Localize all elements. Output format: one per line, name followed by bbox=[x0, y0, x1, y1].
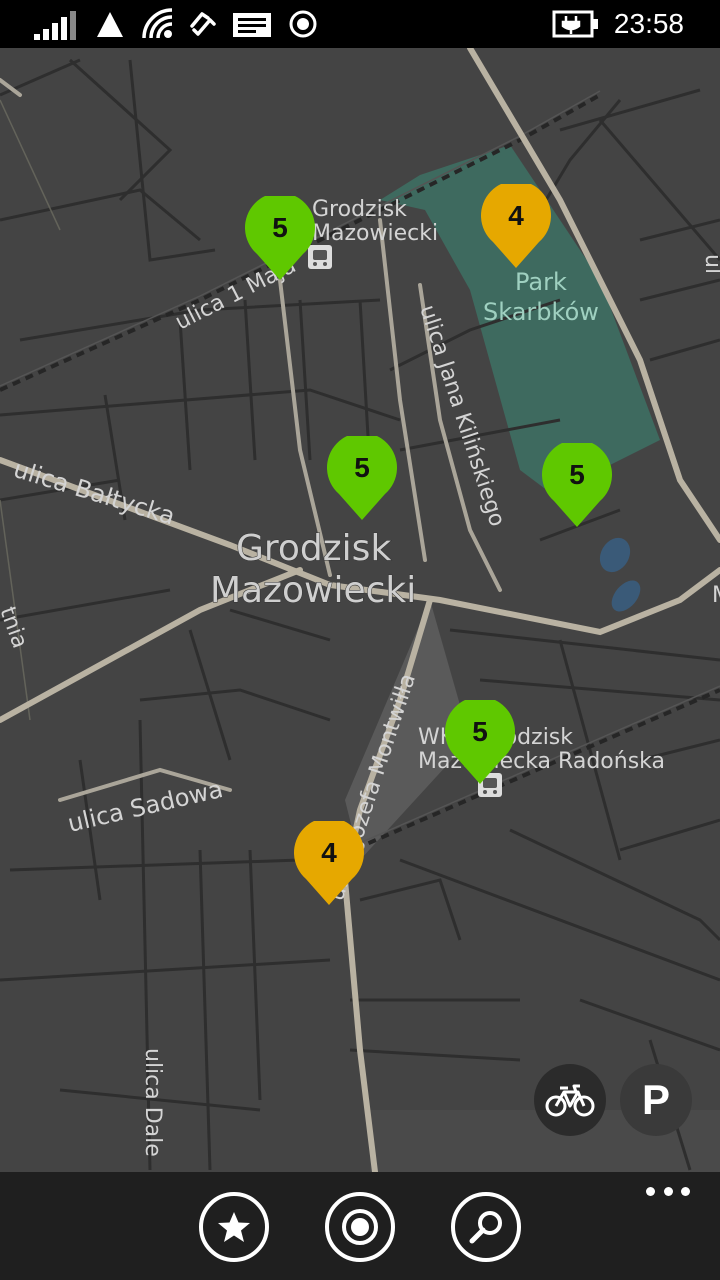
parking-label: P bbox=[641, 1076, 670, 1123]
favorites-button[interactable] bbox=[199, 1192, 269, 1262]
location-target-icon bbox=[342, 1209, 378, 1245]
clock: 23:58 bbox=[613, 8, 684, 39]
marker-count: 5 bbox=[472, 716, 488, 747]
bike-station-marker[interactable]: 5 bbox=[540, 443, 614, 531]
message-icon bbox=[233, 13, 271, 37]
marker-count: 5 bbox=[272, 212, 288, 243]
bike-station-marker[interactable]: 4 bbox=[479, 184, 553, 272]
locate-button[interactable] bbox=[325, 1192, 395, 1262]
city-label-1: Grodzisk bbox=[236, 528, 391, 569]
signal-icon bbox=[34, 11, 76, 40]
street-label-partial-right-top: ul bbox=[700, 254, 720, 274]
park-label-1: Park bbox=[515, 268, 567, 296]
search-button[interactable] bbox=[451, 1192, 521, 1262]
map-view[interactable]: Grodzisk Mazowiecki ulica 1 Maja ulica J… bbox=[0, 48, 720, 1172]
station-label-grodzisk-2: Mazowiecki bbox=[312, 221, 438, 246]
bike-layer-button[interactable] bbox=[534, 1064, 606, 1136]
street-label-partial-right-mid: M bbox=[712, 583, 720, 608]
search-icon bbox=[469, 1211, 502, 1244]
bike-station-marker[interactable]: 4 bbox=[292, 821, 366, 909]
bicycle-icon bbox=[545, 1084, 595, 1117]
map-base: Grodzisk Mazowiecki ulica 1 Maja ulica J… bbox=[0, 48, 720, 1172]
bike-station-marker[interactable]: 5 bbox=[243, 196, 317, 284]
street-label-dale: ulica Dale bbox=[140, 1048, 165, 1157]
city-label-2: Mazowiecki bbox=[210, 570, 416, 611]
park-label-2: Skarbków bbox=[483, 298, 599, 326]
app-bar bbox=[0, 1172, 720, 1280]
marker-count: 5 bbox=[354, 452, 370, 483]
nfc-icon bbox=[190, 12, 216, 36]
more-options-button[interactable] bbox=[646, 1184, 690, 1198]
battery-charging-icon bbox=[552, 10, 598, 38]
data-triangle-icon bbox=[97, 12, 123, 37]
station-label-grodzisk-1: Grodzisk bbox=[312, 197, 407, 222]
dot-icon bbox=[646, 1186, 655, 1196]
status-bar: 23:58 bbox=[0, 0, 720, 48]
marker-count: 5 bbox=[569, 459, 585, 490]
location-icon bbox=[289, 10, 317, 38]
dot-icon bbox=[681, 1186, 690, 1196]
marker-count: 4 bbox=[321, 837, 337, 868]
marker-count: 4 bbox=[508, 200, 524, 231]
star-icon bbox=[218, 1212, 250, 1242]
bike-station-marker[interactable]: 5 bbox=[443, 700, 517, 788]
parking-layer-button[interactable]: P bbox=[620, 1064, 692, 1136]
dot-icon bbox=[663, 1186, 673, 1196]
bike-station-marker[interactable]: 5 bbox=[325, 436, 399, 524]
wifi-icon bbox=[142, 8, 173, 39]
